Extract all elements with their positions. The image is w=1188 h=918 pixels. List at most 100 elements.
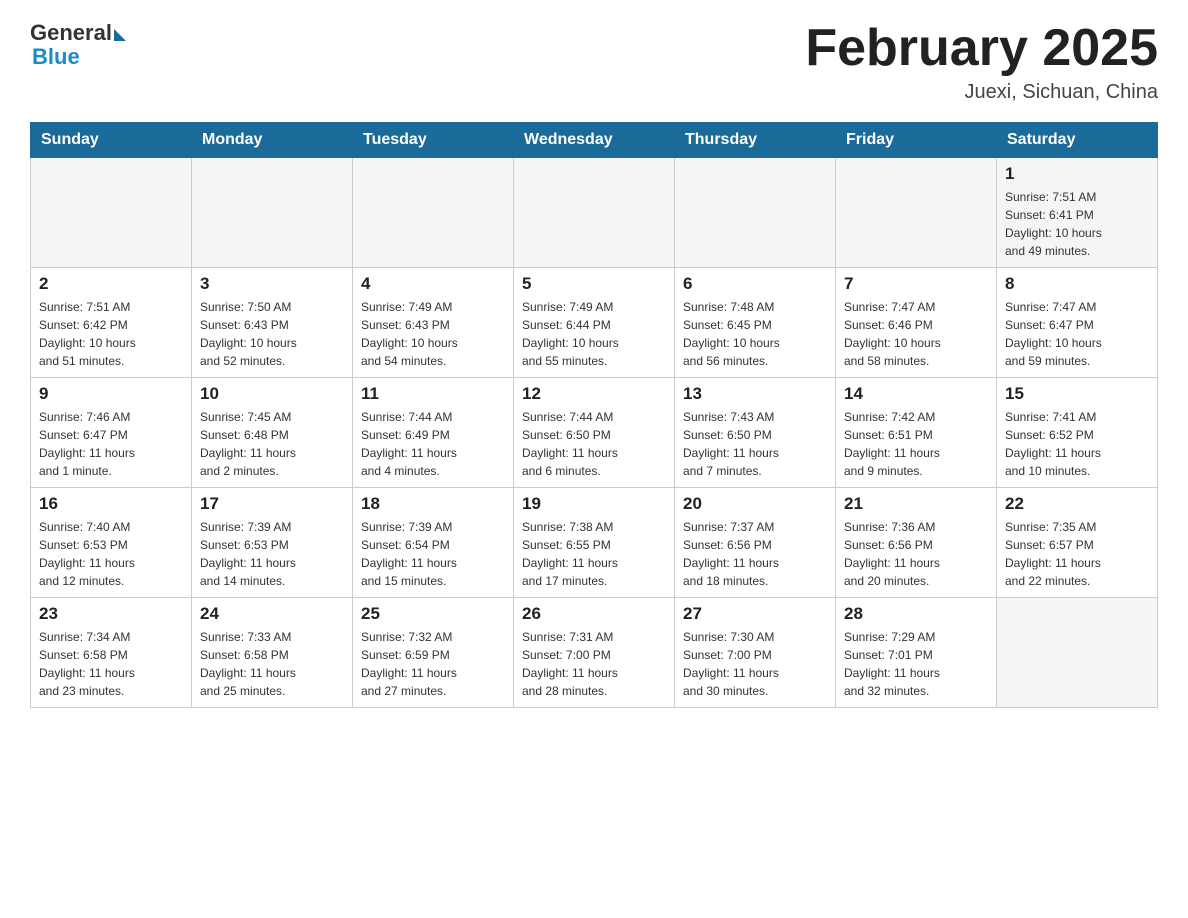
day-number: 5: [522, 274, 666, 294]
calendar-cell: [31, 158, 192, 268]
day-info: Sunrise: 7:49 AM Sunset: 6:43 PM Dayligh…: [361, 298, 505, 370]
calendar-cell: [997, 598, 1158, 708]
calendar-cell: 14 Sunrise: 7:42 AM Sunset: 6:51 PM Dayli…: [836, 378, 997, 488]
day-info: Sunrise: 7:33 AM Sunset: 6:58 PM Dayligh…: [200, 628, 344, 700]
calendar-week-row-5: 23 Sunrise: 7:34 AM Sunset: 6:58 PM Dayli…: [31, 598, 1158, 708]
weekday-header-monday: Monday: [192, 123, 353, 158]
day-number: 13: [683, 384, 827, 404]
calendar-cell: 7 Sunrise: 7:47 AM Sunset: 6:46 PM Daylig…: [836, 268, 997, 378]
day-info: Sunrise: 7:32 AM Sunset: 6:59 PM Dayligh…: [361, 628, 505, 700]
calendar-cell: 3 Sunrise: 7:50 AM Sunset: 6:43 PM Daylig…: [192, 268, 353, 378]
weekday-header-tuesday: Tuesday: [353, 123, 514, 158]
weekday-header-friday: Friday: [836, 123, 997, 158]
day-info: Sunrise: 7:29 AM Sunset: 7:01 PM Dayligh…: [844, 628, 988, 700]
calendar-cell: 16Sunrise: 7:40 AM Sunset: 6:53 PM Dayli…: [31, 488, 192, 598]
day-info: Sunrise: 7:49 AM Sunset: 6:44 PM Dayligh…: [522, 298, 666, 370]
day-number: 20: [683, 494, 827, 514]
day-info: Sunrise: 7:42 AM Sunset: 6:51 PM Dayligh…: [844, 408, 988, 480]
calendar-cell: 13 Sunrise: 7:43 AM Sunset: 6:50 PM Dayli…: [675, 378, 836, 488]
day-number: 12: [522, 384, 666, 404]
calendar-week-row-2: 2 Sunrise: 7:51 AM Sunset: 6:42 PM Daylig…: [31, 268, 1158, 378]
calendar-header: SundayMondayTuesdayWednesdayThursdayFrid…: [31, 123, 1158, 158]
calendar-week-row-3: 9 Sunrise: 7:46 AM Sunset: 6:47 PM Daylig…: [31, 378, 1158, 488]
calendar-cell: 20 Sunrise: 7:37 AM Sunset: 6:56 PM Dayli…: [675, 488, 836, 598]
day-info: Sunrise: 7:47 AM Sunset: 6:47 PM Dayligh…: [1005, 298, 1149, 370]
day-info: Sunrise: 7:47 AM Sunset: 6:46 PM Dayligh…: [844, 298, 988, 370]
calendar-cell: 21Sunrise: 7:36 AM Sunset: 6:56 PM Dayli…: [836, 488, 997, 598]
calendar-cell: 27 Sunrise: 7:30 AM Sunset: 7:00 PM Dayli…: [675, 598, 836, 708]
day-info: Sunrise: 7:48 AM Sunset: 6:45 PM Dayligh…: [683, 298, 827, 370]
calendar-cell: 26 Sunrise: 7:31 AM Sunset: 7:00 PM Dayli…: [514, 598, 675, 708]
day-number: 24: [200, 604, 344, 624]
day-info: Sunrise: 7:36 AM Sunset: 6:56 PM Dayligh…: [844, 518, 988, 590]
calendar-body: 1Sunrise: 7:51 AM Sunset: 6:41 PM Daylig…: [31, 158, 1158, 708]
day-number: 26: [522, 604, 666, 624]
title-area: February 2025 Juexi, Sichuan, China: [805, 20, 1158, 104]
calendar-cell: [353, 158, 514, 268]
day-number: 25: [361, 604, 505, 624]
day-number: 7: [844, 274, 988, 294]
logo: General Blue: [30, 20, 126, 70]
calendar-cell: 22 Sunrise: 7:35 AM Sunset: 6:57 PM Dayli…: [997, 488, 1158, 598]
calendar-cell: 9 Sunrise: 7:46 AM Sunset: 6:47 PM Daylig…: [31, 378, 192, 488]
calendar-cell: 4Sunrise: 7:49 AM Sunset: 6:43 PM Daylig…: [353, 268, 514, 378]
day-info: Sunrise: 7:37 AM Sunset: 6:56 PM Dayligh…: [683, 518, 827, 590]
day-info: Sunrise: 7:35 AM Sunset: 6:57 PM Dayligh…: [1005, 518, 1149, 590]
day-number: 11: [361, 384, 505, 404]
day-number: 6: [683, 274, 827, 294]
day-number: 27: [683, 604, 827, 624]
calendar-cell: 2 Sunrise: 7:51 AM Sunset: 6:42 PM Daylig…: [31, 268, 192, 378]
calendar-cell: 11 Sunrise: 7:44 AM Sunset: 6:49 PM Dayli…: [353, 378, 514, 488]
calendar-cell: 18Sunrise: 7:39 AM Sunset: 6:54 PM Dayli…: [353, 488, 514, 598]
weekday-header-row: SundayMondayTuesdayWednesdayThursdayFrid…: [31, 123, 1158, 158]
day-info: Sunrise: 7:43 AM Sunset: 6:50 PM Dayligh…: [683, 408, 827, 480]
weekday-header-wednesday: Wednesday: [514, 123, 675, 158]
day-info: Sunrise: 7:31 AM Sunset: 7:00 PM Dayligh…: [522, 628, 666, 700]
calendar-cell: 6 Sunrise: 7:48 AM Sunset: 6:45 PM Daylig…: [675, 268, 836, 378]
day-info: Sunrise: 7:30 AM Sunset: 7:00 PM Dayligh…: [683, 628, 827, 700]
day-info: Sunrise: 7:51 AM Sunset: 6:42 PM Dayligh…: [39, 298, 183, 370]
calendar-cell: [675, 158, 836, 268]
day-info: Sunrise: 7:38 AM Sunset: 6:55 PM Dayligh…: [522, 518, 666, 590]
day-number: 28: [844, 604, 988, 624]
day-info: Sunrise: 7:50 AM Sunset: 6:43 PM Dayligh…: [200, 298, 344, 370]
calendar-table: SundayMondayTuesdayWednesdayThursdayFrid…: [30, 122, 1158, 708]
day-number: 23: [39, 604, 183, 624]
day-number: 9: [39, 384, 183, 404]
day-number: 2: [39, 274, 183, 294]
calendar-cell: 23 Sunrise: 7:34 AM Sunset: 6:58 PM Dayli…: [31, 598, 192, 708]
day-info: Sunrise: 7:41 AM Sunset: 6:52 PM Dayligh…: [1005, 408, 1149, 480]
day-info: Sunrise: 7:44 AM Sunset: 6:50 PM Dayligh…: [522, 408, 666, 480]
calendar-cell: 1Sunrise: 7:51 AM Sunset: 6:41 PM Daylig…: [997, 158, 1158, 268]
day-number: 18: [361, 494, 505, 514]
weekday-header-sunday: Sunday: [31, 123, 192, 158]
location-subtitle: Juexi, Sichuan, China: [805, 81, 1158, 104]
day-number: 1: [1005, 164, 1149, 184]
calendar-cell: 17Sunrise: 7:39 AM Sunset: 6:53 PM Dayli…: [192, 488, 353, 598]
weekday-header-thursday: Thursday: [675, 123, 836, 158]
day-info: Sunrise: 7:40 AM Sunset: 6:53 PM Dayligh…: [39, 518, 183, 590]
day-info: Sunrise: 7:45 AM Sunset: 6:48 PM Dayligh…: [200, 408, 344, 480]
calendar-cell: 8 Sunrise: 7:47 AM Sunset: 6:47 PM Daylig…: [997, 268, 1158, 378]
logo-general-text: General: [30, 20, 112, 46]
calendar-cell: 28 Sunrise: 7:29 AM Sunset: 7:01 PM Dayli…: [836, 598, 997, 708]
calendar-week-row-4: 16Sunrise: 7:40 AM Sunset: 6:53 PM Dayli…: [31, 488, 1158, 598]
calendar-cell: 25 Sunrise: 7:32 AM Sunset: 6:59 PM Dayli…: [353, 598, 514, 708]
logo-blue-text: Blue: [32, 44, 80, 70]
day-number: 15: [1005, 384, 1149, 404]
calendar-cell: [192, 158, 353, 268]
day-info: Sunrise: 7:39 AM Sunset: 6:53 PM Dayligh…: [200, 518, 344, 590]
day-number: 10: [200, 384, 344, 404]
page-header: General Blue February 2025 Juexi, Sichua…: [30, 20, 1158, 104]
day-number: 3: [200, 274, 344, 294]
day-info: Sunrise: 7:44 AM Sunset: 6:49 PM Dayligh…: [361, 408, 505, 480]
day-number: 14: [844, 384, 988, 404]
day-number: 19: [522, 494, 666, 514]
calendar-cell: [514, 158, 675, 268]
day-number: 8: [1005, 274, 1149, 294]
day-info: Sunrise: 7:46 AM Sunset: 6:47 PM Dayligh…: [39, 408, 183, 480]
day-number: 22: [1005, 494, 1149, 514]
calendar-cell: [836, 158, 997, 268]
day-info: Sunrise: 7:34 AM Sunset: 6:58 PM Dayligh…: [39, 628, 183, 700]
calendar-cell: 5 Sunrise: 7:49 AM Sunset: 6:44 PM Daylig…: [514, 268, 675, 378]
